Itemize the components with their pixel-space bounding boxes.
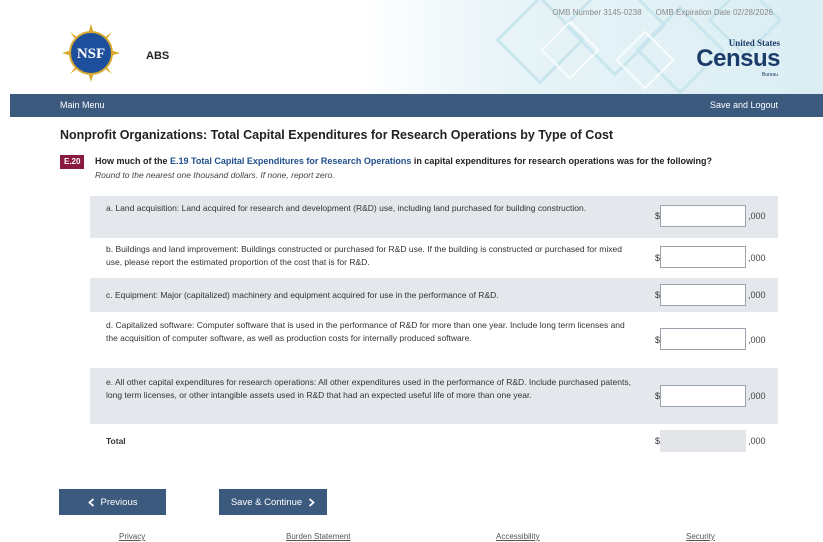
site-header: OMB Number 3145-0238 OMB Expiration Date… [0,0,823,94]
total-input [660,430,746,452]
census-bureau-logo[interactable]: United States Census Bureau [690,38,780,82]
buildings-input[interactable] [660,246,746,268]
chevron-right-icon [309,497,316,507]
burden-statement-link[interactable]: Burden Statement [286,532,350,541]
table-row: b. Buildings and land improvement: Build… [90,238,778,278]
table-row: a. Land acquisition: Land acquired for r… [90,196,778,238]
equipment-input[interactable] [660,284,746,306]
software-input[interactable] [660,328,746,350]
thousands-suffix: ,000 [748,436,766,446]
row-description: c. Equipment: Major (capitalized) machin… [106,290,499,300]
table-row: e. All other capital expenditures for re… [90,368,778,424]
omb-expiration-link[interactable]: OMB Expiration Date 02/28/2026 [656,8,773,17]
page-title: Nonprofit Organizations: Total Capital E… [60,128,614,142]
previous-label: Previous [100,496,138,508]
chevron-left-icon [87,497,94,507]
row-description: b. Buildings and land improvement: Build… [106,244,622,267]
privacy-link[interactable]: Privacy [119,532,145,541]
omb-number-link[interactable]: OMB Number 3145-0238 [552,8,641,17]
save-logout-link[interactable]: Save and Logout [710,100,778,110]
previous-button[interactable]: Previous [59,489,166,515]
thousands-suffix: ,000 [748,290,766,300]
svg-text:NSF: NSF [77,46,105,62]
question-text: How much of the E.19 Total Capital Expen… [95,156,712,166]
top-links: OMB Number 3145-0238 OMB Expiration Date… [552,8,773,17]
nsf-logo[interactable]: NSF [62,24,120,82]
site-footer: Privacy Burden Statement Accessibility S… [0,528,823,542]
table-row: c. Equipment: Major (capitalized) machin… [90,278,778,312]
save-continue-button[interactable]: Save & Continue [219,489,327,515]
thousands-suffix: ,000 [748,253,766,263]
question-instruction: Round to the nearest one thousand dollar… [95,170,335,180]
question-reference-link[interactable]: E.19 Total Capital Expenditures for Rese… [170,156,411,166]
thousands-suffix: ,000 [748,211,766,221]
save-continue-label: Save & Continue [230,496,303,508]
thousands-suffix: ,000 [748,391,766,401]
row-description: e. All other capital expenditures for re… [106,377,631,400]
land-acquisition-input[interactable] [660,205,746,227]
total-label: Total [106,436,126,446]
main-menu-link[interactable]: Main Menu [60,100,105,110]
main-navbar: Main Menu Save and Logout [10,94,823,117]
row-description: d. Capitalized software: Computer softwa… [106,320,625,343]
table-row: d. Capitalized software: Computer softwa… [90,312,778,368]
other-capital-input[interactable] [660,385,746,407]
thousands-suffix: ,000 [748,335,766,345]
question-number-badge: E.20 [60,155,85,169]
security-link[interactable]: Security [686,532,715,541]
row-description: a. Land acquisition: Land acquired for r… [106,203,587,213]
accessibility-link[interactable]: Accessibility [496,532,540,541]
total-row: Total $ ,000 [90,424,778,460]
survey-name: ABS [146,50,170,62]
